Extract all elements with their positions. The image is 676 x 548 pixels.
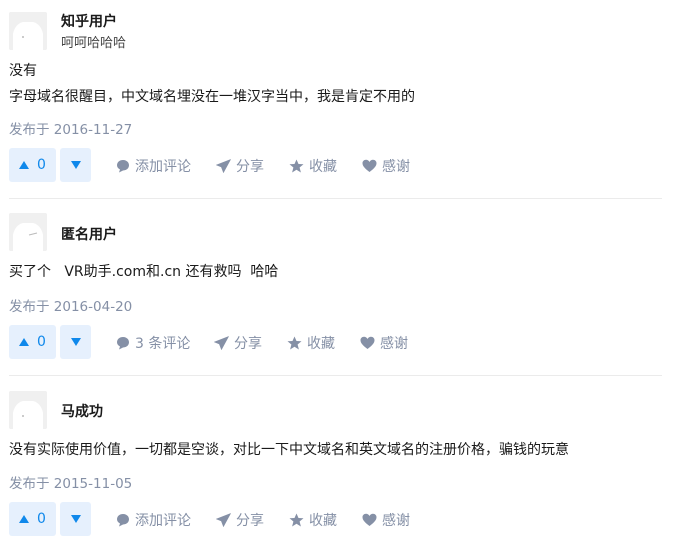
collect-label: 收藏 — [307, 336, 335, 352]
comment-button[interactable]: 添加评论 — [116, 156, 191, 176]
downvote-button[interactable] — [60, 325, 91, 359]
upvote-button[interactable]: 0 — [9, 148, 56, 182]
triangle-up-icon — [19, 161, 30, 169]
thanks-label: 感谢 — [380, 336, 408, 352]
content-line: 买了个 VR助手.com和.cn 还有救吗 哈哈 — [9, 264, 279, 280]
vote-count: 0 — [37, 511, 46, 527]
comment-label: 添加评论 — [135, 513, 191, 529]
heart-icon — [360, 336, 375, 349]
share-icon — [216, 513, 231, 527]
answer-content: 没有实际使用价值，一切都是空谈，对比一下中文域名和英文域名的注册价格，骗钱的玩意 — [9, 437, 569, 463]
author-name[interactable]: 知乎用户 — [61, 11, 117, 31]
thanks-button[interactable]: 感谢 — [362, 510, 410, 530]
share-button[interactable]: 分享 — [216, 156, 264, 176]
heart-icon — [362, 513, 377, 526]
comment-icon — [117, 160, 129, 173]
avatar[interactable] — [9, 391, 47, 429]
content-line: 字母域名很醒目，中文域名埋没在一堆汉字当中，我是肯定不用的 — [9, 89, 415, 105]
comment-icon — [117, 337, 129, 350]
author-name[interactable]: 马成功 — [61, 401, 103, 421]
vote-count: 0 — [37, 157, 46, 173]
downvote-button[interactable] — [60, 502, 91, 536]
comment-button[interactable]: 添加评论 — [116, 510, 191, 530]
upvote-button[interactable]: 0 — [9, 325, 56, 359]
publish-date[interactable]: 发布于 2016-04-20 — [9, 295, 132, 315]
divider — [9, 198, 662, 199]
author-bio: 呵呵哈哈哈 — [61, 36, 127, 51]
default-avatar-icon — [9, 391, 47, 429]
share-button[interactable]: 分享 — [214, 333, 262, 353]
content-line: 没有实际使用价值，一切都是空谈，对比一下中文域名和英文域名的注册价格，骗钱的玩意 — [9, 442, 569, 458]
share-label: 分享 — [236, 513, 264, 529]
star-icon — [287, 336, 302, 350]
avatar[interactable] — [9, 213, 47, 251]
collect-button[interactable]: 收藏 — [287, 333, 335, 353]
share-label: 分享 — [234, 336, 262, 352]
publish-date[interactable]: 发布于 2016-11-27 — [9, 118, 132, 138]
thanks-button[interactable]: 感谢 — [360, 333, 408, 353]
comment-button[interactable]: 3 条评论 — [116, 333, 190, 353]
default-avatar-icon — [9, 12, 47, 50]
collect-button[interactable]: 收藏 — [289, 510, 337, 530]
divider — [9, 375, 662, 376]
thanks-label: 感谢 — [382, 513, 410, 529]
star-icon — [289, 159, 304, 173]
thanks-label: 感谢 — [382, 159, 410, 175]
triangle-up-icon — [19, 338, 30, 346]
publish-date[interactable]: 发布于 2015-11-05 — [9, 472, 132, 492]
share-icon — [216, 159, 231, 173]
collect-label: 收藏 — [309, 159, 337, 175]
share-button[interactable]: 分享 — [216, 510, 264, 530]
triangle-down-icon — [70, 161, 81, 169]
comment-label: 3 条评论 — [135, 336, 191, 352]
collect-label: 收藏 — [309, 513, 337, 529]
comment-label: 添加评论 — [135, 159, 191, 175]
heart-icon — [362, 159, 377, 172]
triangle-up-icon — [19, 515, 30, 523]
star-icon — [289, 513, 304, 527]
collect-button[interactable]: 收藏 — [289, 156, 337, 176]
upvote-button[interactable]: 0 — [9, 502, 56, 536]
triangle-down-icon — [70, 338, 81, 346]
share-icon — [214, 336, 229, 350]
vote-count: 0 — [37, 334, 46, 350]
thanks-button[interactable]: 感谢 — [362, 156, 410, 176]
content-line: 没有 — [9, 63, 37, 79]
avatar[interactable] — [9, 12, 47, 50]
comment-icon — [117, 514, 129, 527]
answer-content: 买了个 VR助手.com和.cn 还有救吗 哈哈 — [9, 259, 278, 285]
default-avatar-icon — [9, 213, 47, 251]
triangle-down-icon — [70, 515, 81, 523]
author-name[interactable]: 匿名用户 — [61, 224, 117, 244]
downvote-button[interactable] — [60, 148, 91, 182]
share-label: 分享 — [236, 159, 264, 175]
answer-content: 没有 字母域名很醒目，中文域名埋没在一堆汉字当中，我是肯定不用的 — [9, 58, 415, 110]
